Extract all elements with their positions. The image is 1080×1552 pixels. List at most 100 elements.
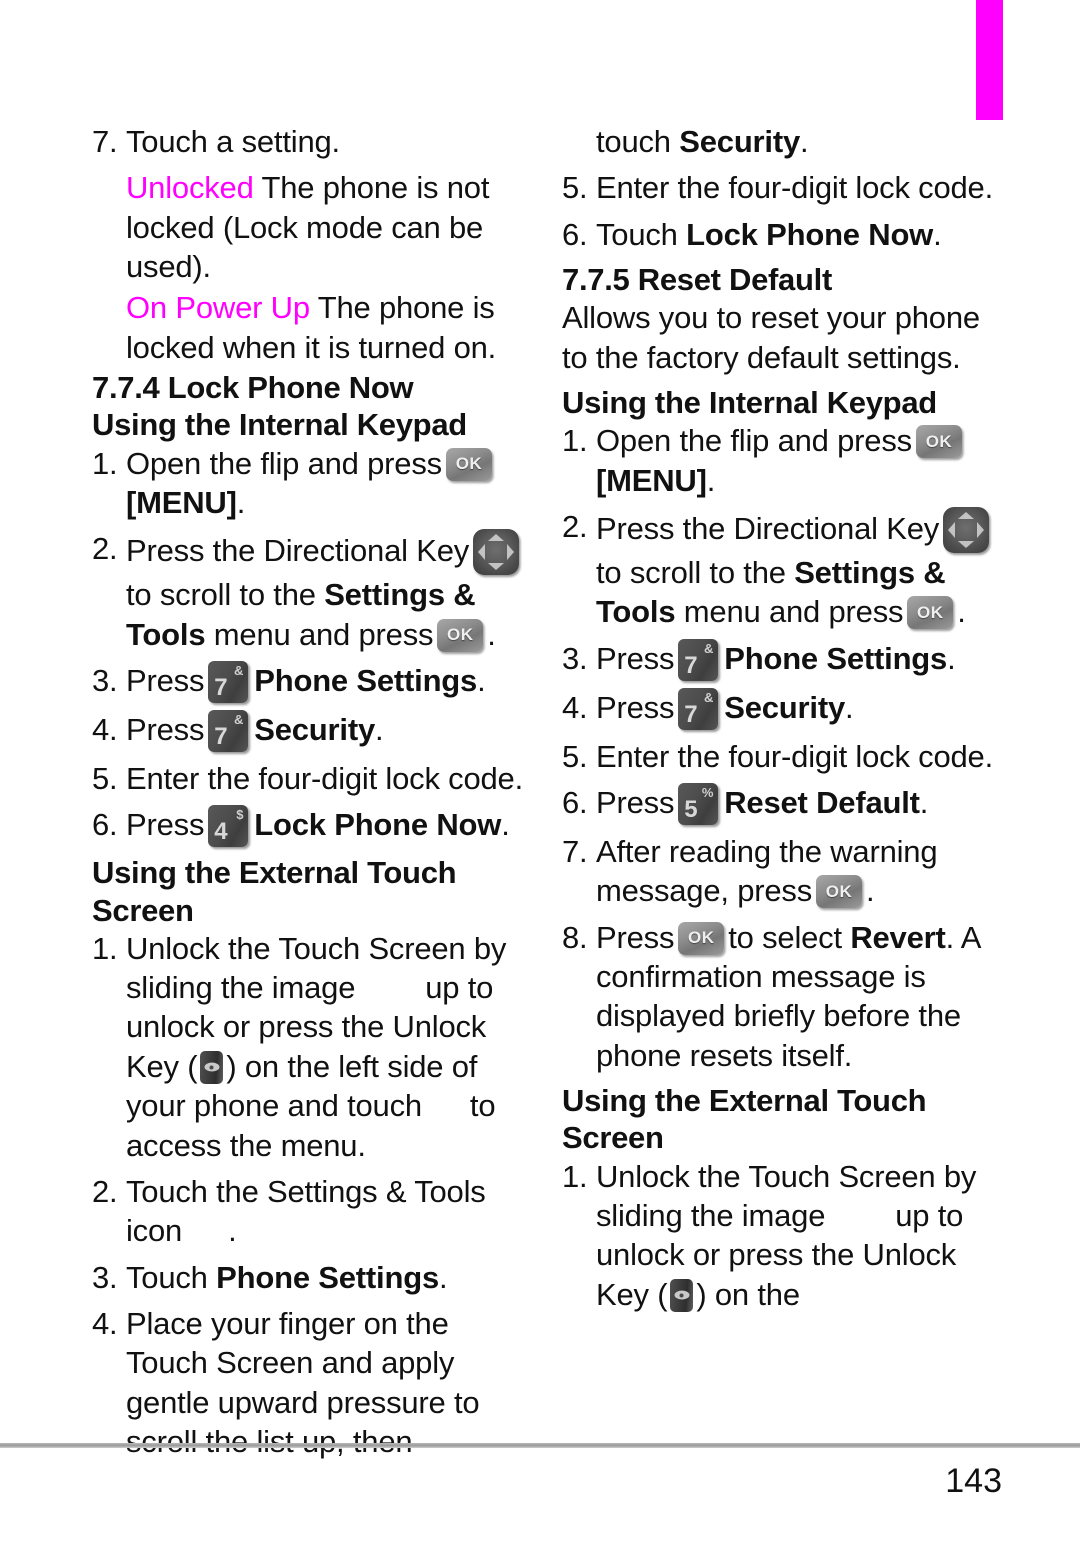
step-number: 1. xyxy=(92,445,118,481)
step-text-bold: Security xyxy=(254,711,375,747)
arrow-up-icon xyxy=(488,534,505,542)
step-number: 7. xyxy=(562,833,588,869)
step-text-part: . xyxy=(228,1213,237,1249)
step-unlock-touch-screen: 1. Unlock the Touch Screen by sliding th… xyxy=(92,929,524,1165)
step-text-part: to scroll to the xyxy=(126,577,316,613)
manual-page: 7. Touch a setting. Unlocked The phone i… xyxy=(0,0,1080,1552)
section-heading-lock-phone-now: 7.7.4 Lock Phone Now xyxy=(92,370,414,406)
step-text-part: to select xyxy=(728,919,842,955)
step-text-part: menu and press xyxy=(683,594,904,630)
step-open-flip: 1. Open the flip and press OK [MENU]. xyxy=(92,444,524,523)
number-key-4-icon: 4 $ xyxy=(208,805,249,848)
step-press-phone-settings: 3. Press 7 & Phone Settings. xyxy=(92,660,524,703)
step-text-part: . xyxy=(866,873,875,909)
step-number: 3. xyxy=(92,1259,118,1295)
step-text-bold: Lock Phone Now xyxy=(254,807,502,843)
step-text: Press 4 $ Lock Phone Now. xyxy=(126,805,524,848)
step-number: 5. xyxy=(562,738,588,774)
unlock-key-icon xyxy=(670,1278,694,1312)
step-enter-lock-code: 5. Enter the four-digit lock code. xyxy=(562,168,994,207)
step-text: Enter the four-digit lock code. xyxy=(596,170,994,206)
step-press-lock-phone-now: 6. Press 4 $ Lock Phone Now. xyxy=(92,805,524,848)
step-text-part: . xyxy=(487,616,496,652)
step-number: 2. xyxy=(92,531,118,567)
arrow-right-icon xyxy=(977,521,985,538)
step-text-bold: [MENU] xyxy=(596,462,707,498)
step-number: 6. xyxy=(562,784,588,820)
ok-key-icon: OK xyxy=(915,425,962,459)
step-text-part: touch xyxy=(596,124,671,159)
step-text-part: After reading the warning message, press xyxy=(596,833,938,909)
definition-term: On Power Up xyxy=(126,290,310,326)
reset-default-intro: Allows you to reset your phone to the fa… xyxy=(562,300,980,375)
step-text-part: . xyxy=(800,124,809,159)
step-text-bold: [MENU] xyxy=(126,484,237,520)
ok-key-icon: OK xyxy=(437,618,484,652)
step-number: 3. xyxy=(92,662,118,698)
directional-key-icon xyxy=(473,529,520,576)
step-text-bold: Phone Settings xyxy=(254,662,478,698)
step-text-part: Press xyxy=(126,711,205,747)
step-touch-phone-settings: 3. Touch Phone Settings. xyxy=(92,1258,524,1297)
step-directional-key: 2. Press the Directional Key to scroll to… xyxy=(562,506,994,632)
step-place-finger: 4. Place your finger on the Touch Screen… xyxy=(92,1304,524,1461)
step-text-part: . xyxy=(375,711,384,747)
step-text: Press 7 & Phone Settings. xyxy=(126,660,524,703)
step-text: Press 7 & Phone Settings. xyxy=(596,638,994,681)
step-directional-key: 2. Press the Directional Key to scroll to… xyxy=(92,529,524,654)
subheading-internal-keypad: Using the Internal Keypad xyxy=(562,384,937,420)
step-text-part: ) on the xyxy=(696,1276,800,1312)
step-text-part: . xyxy=(438,1259,448,1295)
step-text-part: Touch xyxy=(126,1259,208,1295)
step-text-part: . xyxy=(945,919,955,955)
step-text: Press the Directional Key to scroll to th… xyxy=(126,529,524,654)
step-text-part: Touch xyxy=(596,216,678,252)
step-number: 7. xyxy=(92,124,118,159)
step-press-security: 4. Press 7 & Security. xyxy=(562,687,994,730)
step-text-part: . xyxy=(957,594,966,630)
step-text-bold: Phone Settings xyxy=(724,640,948,676)
step-text-bold: Lock Phone Now xyxy=(686,216,934,252)
step-number: 1. xyxy=(562,1158,588,1194)
step-press-phone-settings: 3. Press 7 & Phone Settings. xyxy=(562,638,994,681)
step-text: Press OK to select Revert. A confirmation … xyxy=(596,918,994,1075)
step-text-part: Press the Directional Key xyxy=(126,533,470,569)
step-text-part: Open the flip and press xyxy=(126,445,442,481)
step-text-part: menu and press xyxy=(213,616,434,652)
step-text-part: Press xyxy=(126,807,205,843)
step-text: Press 7 & Security. xyxy=(126,709,524,752)
step-text-part: Press xyxy=(596,689,675,725)
step-text: Touch Phone Settings. xyxy=(126,1258,524,1297)
step-text: Unlock the Touch Screen by sliding the i… xyxy=(596,1157,994,1314)
step-text-part: Press xyxy=(596,784,675,820)
step-number: 3. xyxy=(562,640,588,676)
step-number: 1. xyxy=(92,930,118,966)
step-touch-settings-tools-icon: 2. Touch the Settings & Tools icon. xyxy=(92,1172,524,1251)
definition-unlocked: Unlocked The phone is not locked (Lock m… xyxy=(126,168,524,286)
step-number: 8. xyxy=(562,919,588,955)
step-number: 2. xyxy=(92,1173,118,1209)
number-key-7-icon: 7 & xyxy=(208,709,249,752)
subheading-external-touch-screen: Using the External Touch Screen xyxy=(92,855,457,928)
number-key-7-icon: 7 & xyxy=(678,638,719,681)
step-text-part: Open the flip and press xyxy=(596,423,912,459)
page-number: 143 xyxy=(945,1462,1002,1500)
step-text: Touch the Settings & Tools icon. xyxy=(126,1172,524,1251)
step-text: After reading the warning message, press… xyxy=(596,832,994,911)
step-text: Press the Directional Key to scroll to th… xyxy=(596,506,994,632)
step-text-part: . xyxy=(845,689,854,725)
right-column: touch Security. 5. Enter the four-digit … xyxy=(562,122,994,1321)
step-text-part: . xyxy=(236,484,246,520)
ok-key-icon: OK xyxy=(907,596,954,630)
step-number: 5. xyxy=(92,760,118,796)
step-touch-a-setting: 7. Touch a setting. xyxy=(92,122,524,161)
arrow-down-icon xyxy=(488,563,505,571)
number-key-5-icon: 5% xyxy=(678,782,719,825)
arrow-up-icon xyxy=(958,511,975,519)
arrow-left-icon xyxy=(478,544,486,561)
step-text-bold: Phone Settings xyxy=(216,1259,439,1295)
directional-key-icon xyxy=(943,506,990,553)
step-text-part: . xyxy=(501,807,510,843)
step-text-bold: Security xyxy=(679,124,801,159)
continued-touch-security: touch Security. xyxy=(596,122,994,161)
